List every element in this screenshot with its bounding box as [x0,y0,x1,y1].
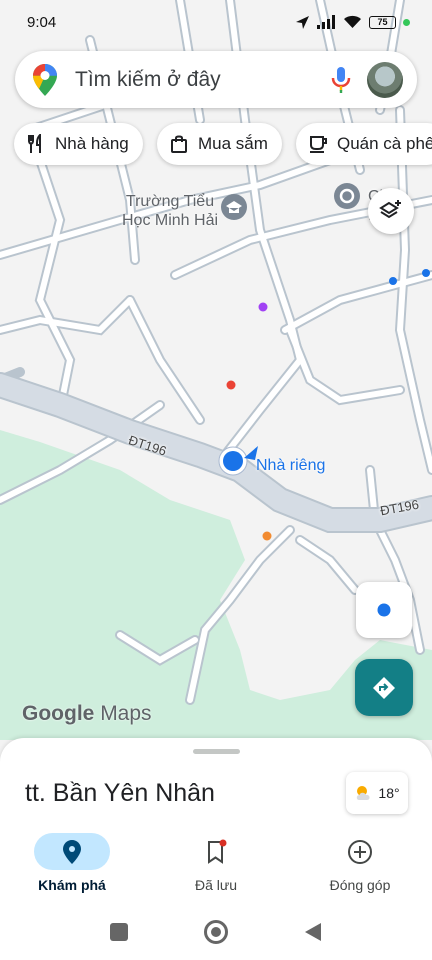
heading-arrow-icon [244,444,260,460]
chip-shopping-label: Mua sắm [198,134,268,153]
status-icons: 75 [295,15,410,30]
bottom-sheet[interactable]: tt. Bần Yên Nhân 18° [0,738,432,828]
home-label[interactable]: Nhà riêng [256,456,325,475]
poi-school-line2: Học Minh Hải [122,212,219,229]
nav-saved-label: Đã lưu [194,877,238,893]
nav-explore-indicator [34,833,110,870]
nav-contribute-label: Đóng góp [329,877,391,893]
temperature: 18° [378,785,400,801]
back-button[interactable] [304,922,322,942]
restaurant-icon [28,134,41,153]
location-arrow-icon [296,15,309,29]
signal-icon [317,15,335,29]
layers-button[interactable] [368,188,414,234]
search-input[interactable]: Tìm kiếm ở đây [75,68,221,92]
bookmark-icon [208,839,227,864]
microphone-icon[interactable] [331,66,351,94]
attribution-maps: Maps [100,702,152,725]
nav-contribute[interactable]: Đóng góp [288,828,432,905]
chip-coffee[interactable]: Quán cà phê [296,123,432,165]
chip-coffee-label: Quán cà phê [337,134,432,153]
chip-shopping[interactable]: Mua sắm [157,123,282,165]
explore-pin-icon [63,839,81,864]
nav-explore-label: Khám phá [38,877,106,893]
chip-restaurants[interactable]: Nhà hàng [14,123,143,165]
privacy-indicator-icon [403,18,410,26]
nav-explore[interactable]: Khám phá [0,828,144,905]
shopping-bag-icon [171,135,187,153]
add-circle-icon [348,839,372,864]
nav-saved-indicator [178,833,254,870]
bottom-navigation: Khám phá Đã lưu Đóng góp [0,828,432,905]
search-bar[interactable]: Tìm kiếm ở đây [15,51,417,108]
poi-school-label[interactable]: Trường Tiểu Học Minh Hải [122,192,218,230]
home-button[interactable] [204,920,228,944]
status-time: 9:04 [27,13,57,31]
directions-button[interactable] [355,659,413,716]
google-maps-attribution: Google Maps [22,702,152,726]
nav-contribute-indicator [322,833,398,870]
home-button-inner [211,927,221,937]
my-location-button[interactable] [356,582,412,638]
nav-saved[interactable]: Đã lưu [144,828,288,905]
wifi-icon [344,15,361,28]
chip-restaurants-label: Nhà hàng [55,134,129,153]
layers-icon [379,200,401,219]
sheet-drag-handle[interactable] [193,749,240,754]
partly-cloudy-icon [357,786,370,800]
recents-button[interactable] [110,923,128,941]
system-navigation-bar [0,905,432,960]
place-name: tt. Bần Yên Nhân [25,779,215,807]
my-location-icon [377,603,391,617]
directions-icon [373,676,395,699]
poi-school-line1: Trường Tiểu [125,193,215,210]
battery-icon: 75 [369,15,396,29]
weather-chip[interactable]: 18° [346,772,408,814]
status-bar: 9:04 75 [0,0,432,44]
account-avatar[interactable] [367,62,403,98]
attribution-google: Google [22,702,95,725]
google-maps-logo-icon [33,64,57,96]
coffee-icon [310,136,327,153]
